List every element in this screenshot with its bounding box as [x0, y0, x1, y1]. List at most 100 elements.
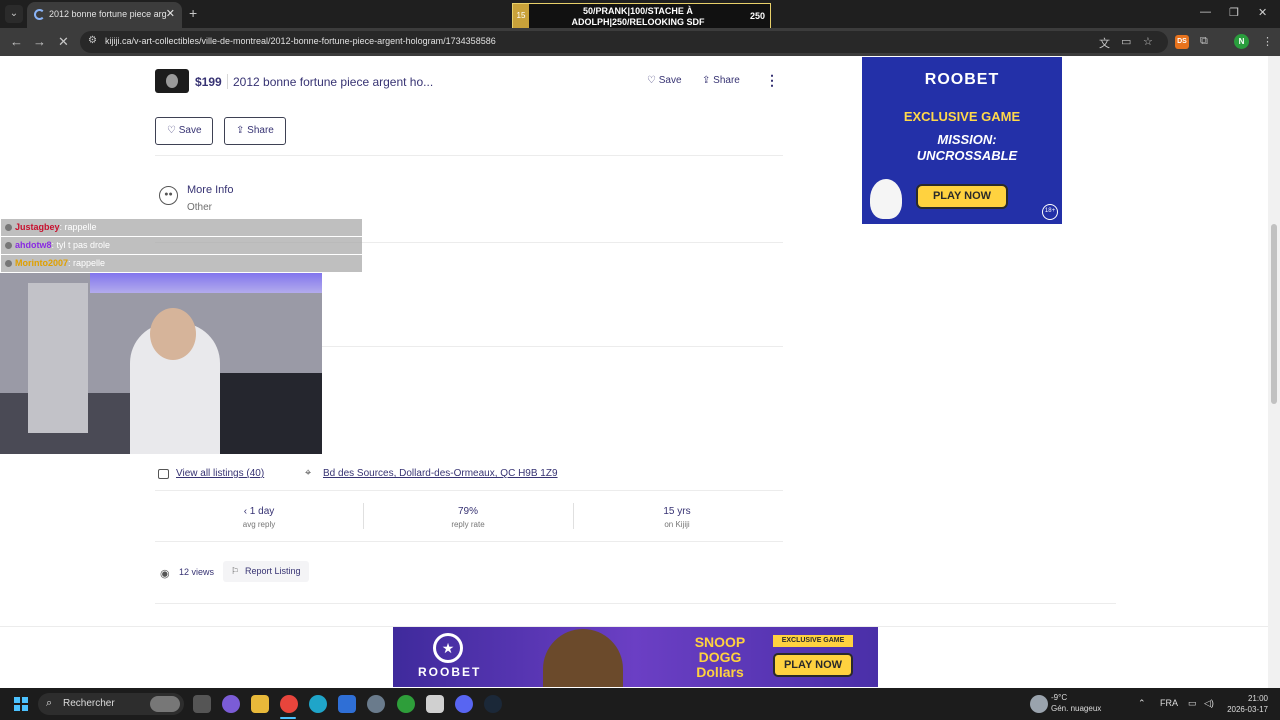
forward-button[interactable]: →	[33, 34, 46, 49]
search-highlight-icon	[150, 696, 180, 712]
share-button-label: Share	[247, 125, 274, 136]
divider	[155, 155, 783, 156]
header-share-label: Share	[713, 75, 740, 86]
xbox-icon[interactable]	[397, 695, 415, 713]
task-view-icon[interactable]	[193, 695, 211, 713]
age-rating-badge: 18+	[1042, 204, 1058, 220]
taskbar-search[interactable]: ⌕ Rechercher	[38, 693, 184, 715]
copilot-icon[interactable]	[222, 695, 240, 713]
share-icon: ⇪	[236, 125, 245, 136]
tray-overflow-icon[interactable]: ⌃	[1138, 698, 1146, 709]
roobet-side-ad[interactable]: ROOBET EXCLUSIVE GAME MISSION: UNCROSSAB…	[862, 57, 1062, 224]
chat-username: Justagbey	[15, 222, 60, 232]
edge-icon[interactable]	[309, 695, 327, 713]
network-icon[interactable]: ▭	[1188, 698, 1197, 709]
stop-button[interactable]: ✕	[58, 34, 69, 50]
volume-icon[interactable]: ◁)	[1204, 698, 1214, 709]
file-explorer-icon[interactable]	[251, 695, 269, 713]
windows-start-icon[interactable]	[14, 697, 28, 711]
stat-label: avg reply	[242, 520, 276, 529]
discord-icon[interactable]	[455, 695, 473, 713]
chat-text: : tyl t pas drole	[51, 240, 111, 250]
steam-icon[interactable]	[484, 695, 502, 713]
browser-menu-icon[interactable]: ⋮	[1262, 35, 1273, 48]
outlook-icon[interactable]	[338, 695, 356, 713]
clock-date[interactable]: 2026-03-17	[1222, 705, 1268, 714]
search-placeholder: Rechercher	[63, 698, 115, 709]
view-all-listings-link[interactable]: View all listings (40)	[176, 468, 264, 479]
tab-close-icon[interactable]: ✕	[166, 7, 175, 20]
minimize-button[interactable]: —	[1200, 6, 1211, 18]
weather-icon[interactable]	[1030, 695, 1048, 713]
chat-text: : rappelle	[68, 258, 106, 268]
stat-reply-rate: 79% reply rate	[408, 506, 528, 529]
tab-search-button[interactable]: ⌄	[5, 5, 23, 23]
settings-icon[interactable]	[367, 695, 385, 713]
ad-character	[543, 629, 623, 687]
chicken-mascot	[870, 179, 902, 219]
weather-temperature: -9°C	[1051, 693, 1068, 702]
header-save-button[interactable]: ♡ Save	[647, 75, 682, 86]
cast-icon[interactable]: ▭	[1121, 35, 1131, 48]
browser-tab[interactable]: 2012 bonne fortune piece argent hologram…	[27, 2, 182, 28]
stat-avg-reply: ‹ 1 day avg reply	[199, 506, 319, 529]
chat-username: ahdotw8	[15, 240, 52, 250]
extension-ds-icon[interactable]: DS	[1175, 35, 1189, 49]
scrollbar-thumb[interactable]	[1271, 224, 1277, 404]
extensions-puzzle-icon[interactable]: ⧉	[1200, 35, 1208, 48]
flag-icon: ⚐	[231, 566, 240, 576]
report-listing-button[interactable]: ⚐ Report Listing	[223, 561, 309, 582]
share-icon: ⇪	[702, 75, 711, 86]
report-listing-label: Report Listing	[245, 566, 301, 576]
ad-play-now-button[interactable]: PLAY NOW	[773, 653, 853, 677]
close-window-button[interactable]: ✕	[1258, 6, 1267, 19]
chat-message: Justagbey: rappelle	[1, 219, 362, 236]
save-button-label: Save	[178, 125, 202, 136]
header-share-button[interactable]: ⇪ Share	[702, 75, 740, 86]
chat-username: Morinto2007	[15, 258, 69, 268]
more-info-title: More Info	[187, 184, 234, 196]
new-tab-button[interactable]: +	[189, 5, 197, 21]
page-scrollbar[interactable]	[1268, 56, 1280, 688]
weather-status: Gén. nuageux	[1051, 704, 1102, 713]
save-button[interactable]: ♡ Save	[155, 117, 213, 145]
header-save-label: Save	[658, 75, 682, 86]
ad-game-line-3: Dollars	[696, 664, 744, 680]
more-options-icon[interactable]: ⋮	[765, 72, 779, 89]
chat-message: ahdotw8: tyl t pas drole	[1, 237, 362, 254]
site-info-icon[interactable]: ⚙	[88, 35, 100, 47]
webcam-led-strip	[90, 273, 322, 293]
profile-avatar[interactable]: N	[1234, 34, 1249, 49]
address-link[interactable]: Bd des Sources, Dollard-des-Ormeaux, QC …	[323, 468, 558, 479]
stat-on-kijiji: 15 yrs on Kijiji	[617, 506, 737, 529]
chrome-icon[interactable]	[280, 695, 298, 713]
sticky-title: 2012 bonne fortune piece argent ho...	[233, 75, 434, 89]
location-pin-icon: ⌖	[305, 467, 312, 479]
back-button[interactable]: ←	[10, 34, 23, 49]
ad-game-line-1: SNOOP	[694, 634, 746, 650]
restore-button[interactable]: ❐	[1229, 6, 1239, 19]
active-app-indicator	[280, 717, 296, 719]
ad-play-now-button[interactable]: PLAY NOW	[916, 184, 1008, 209]
clock-time[interactable]: 21:00	[1222, 694, 1268, 703]
share-button[interactable]: ⇪ Share	[224, 117, 286, 145]
listing-thumbnail[interactable]	[155, 69, 189, 93]
store-icon[interactable]	[426, 695, 444, 713]
more-info-value: Other	[187, 202, 213, 213]
sticky-price: $199	[195, 75, 222, 89]
address-bar[interactable]: ⚙ kijiji.ca/v-art-collectibles/ville-de-…	[80, 31, 1168, 53]
listings-icon	[158, 469, 169, 479]
language-indicator[interactable]: FRA	[1160, 698, 1178, 708]
chat-badge-icon	[5, 242, 12, 249]
url-text[interactable]: kijiji.ca/v-art-collectibles/ville-de-mo…	[105, 36, 496, 46]
ad-game-line-2: UNCROSSABLE	[916, 148, 1018, 163]
heart-icon: ♡	[647, 75, 656, 86]
bookmark-star-icon[interactable]: ☆	[1143, 35, 1153, 48]
stream-goal-overlay: 15 50/PRANK|100/STACHE À ADOLPH|250/RELO…	[512, 3, 771, 29]
translate-icon[interactable]: 文	[1099, 35, 1110, 51]
roobet-bottom-ad[interactable]: ★ ROOBET SNOOP DOGG Dollars EXCLUSIVE GA…	[393, 627, 878, 687]
stat-value: 79%	[457, 506, 478, 517]
tab-title: 2012 bonne fortune piece argent hologram	[49, 9, 167, 19]
webcam-head	[150, 308, 196, 360]
browser-tab-bar: ⌄ 2012 bonne fortune piece argent hologr…	[0, 0, 1280, 29]
